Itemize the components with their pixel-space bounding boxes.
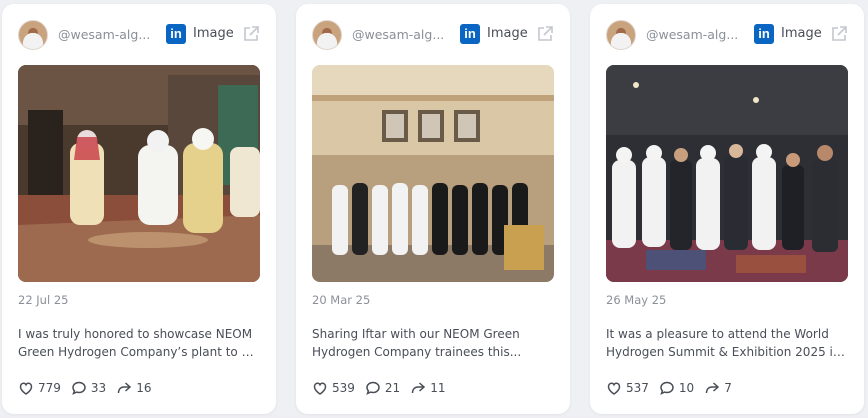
post-text[interactable]: Sharing Iftar with our NEOM Green Hydrog… xyxy=(312,325,556,361)
post-text-line: I was truly honored to showcase NEOM xyxy=(18,327,253,341)
comments-count: 21 xyxy=(384,381,401,395)
avatar[interactable] xyxy=(312,20,342,50)
post-text-line: Hydrogen Summit & Exhibition 2025 in... xyxy=(606,345,850,359)
engagement-stats: 539 21 11 xyxy=(312,379,455,397)
author-handle[interactable]: @wesam-alg... xyxy=(58,27,156,42)
post-text-line: Sharing Iftar with our NEOM Green xyxy=(312,327,520,341)
linkedin-icon: in xyxy=(166,24,186,44)
media-type-label: Image xyxy=(781,26,822,41)
shares-stat: 7 xyxy=(704,380,732,396)
likes-stat: 779 xyxy=(18,380,61,396)
likes-stat: 537 xyxy=(606,380,649,396)
post-text-line: It was a pleasure to attend the World xyxy=(606,327,829,341)
heart-icon xyxy=(607,382,621,395)
post-image[interactable] xyxy=(606,65,848,282)
shares-count: 7 xyxy=(724,381,732,395)
shares-count: 16 xyxy=(136,381,152,395)
post-date: 20 Mar 25 xyxy=(312,293,371,307)
engagement-stats: 779 33 16 xyxy=(18,379,161,397)
linkedin-icon: in xyxy=(754,24,774,44)
post-image[interactable] xyxy=(312,65,554,282)
post-card[interactable]: @wesam-alg... in Image xyxy=(590,4,864,414)
post-image[interactable] xyxy=(18,65,260,282)
avatar[interactable] xyxy=(18,20,48,50)
media-type-label: Image xyxy=(193,26,234,41)
post-header: @wesam-alg... in Image xyxy=(606,20,848,50)
comment-icon xyxy=(72,381,86,395)
post-card[interactable]: @wesam-alg... in Image xyxy=(2,4,276,414)
linkedin-icon: in xyxy=(460,24,480,44)
author-handle[interactable]: @wesam-alg... xyxy=(352,27,450,42)
heart-icon xyxy=(313,382,327,395)
post-text[interactable]: I was truly honored to showcase NEOM Gre… xyxy=(18,325,262,361)
share-icon xyxy=(117,382,132,394)
post-date: 22 Jul 25 xyxy=(18,293,69,307)
share-icon xyxy=(705,382,720,394)
comment-icon xyxy=(660,381,674,395)
comments-stat: 21 xyxy=(365,380,400,396)
post-text-line: Hydrogen Company trainees this... xyxy=(312,345,522,359)
comments-stat: 10 xyxy=(659,380,694,396)
comments-count: 33 xyxy=(90,381,107,395)
engagement-stats: 537 10 7 xyxy=(606,379,742,397)
likes-count: 779 xyxy=(38,381,61,395)
external-link-icon[interactable] xyxy=(242,25,260,43)
external-link-icon[interactable] xyxy=(830,25,848,43)
shares-stat: 16 xyxy=(116,380,151,396)
likes-stat: 539 xyxy=(312,380,355,396)
comments-count: 10 xyxy=(678,381,695,395)
share-icon xyxy=(411,382,426,394)
media-type-label: Image xyxy=(487,26,528,41)
avatar[interactable] xyxy=(606,20,636,50)
external-link-icon[interactable] xyxy=(536,25,554,43)
post-header: @wesam-alg... in Image xyxy=(312,20,554,50)
comments-stat: 33 xyxy=(71,380,106,396)
likes-count: 539 xyxy=(332,381,355,395)
post-text[interactable]: It was a pleasure to attend the World Hy… xyxy=(606,325,850,361)
post-card[interactable]: @wesam-alg... in Image xyxy=(296,4,570,414)
comment-icon xyxy=(366,381,380,395)
post-header: @wesam-alg... in Image xyxy=(18,20,260,50)
post-grid: @wesam-alg... in Image 22 Jul 25 I was t… xyxy=(0,0,868,418)
author-handle[interactable]: @wesam-alg... xyxy=(646,27,744,42)
heart-icon xyxy=(19,382,33,395)
post-text-line: Green Hydrogen Company’s plant to His... xyxy=(18,345,262,359)
likes-count: 537 xyxy=(626,381,649,395)
shares-count: 11 xyxy=(430,381,446,395)
post-date: 26 May 25 xyxy=(606,293,667,307)
shares-stat: 11 xyxy=(410,380,445,396)
